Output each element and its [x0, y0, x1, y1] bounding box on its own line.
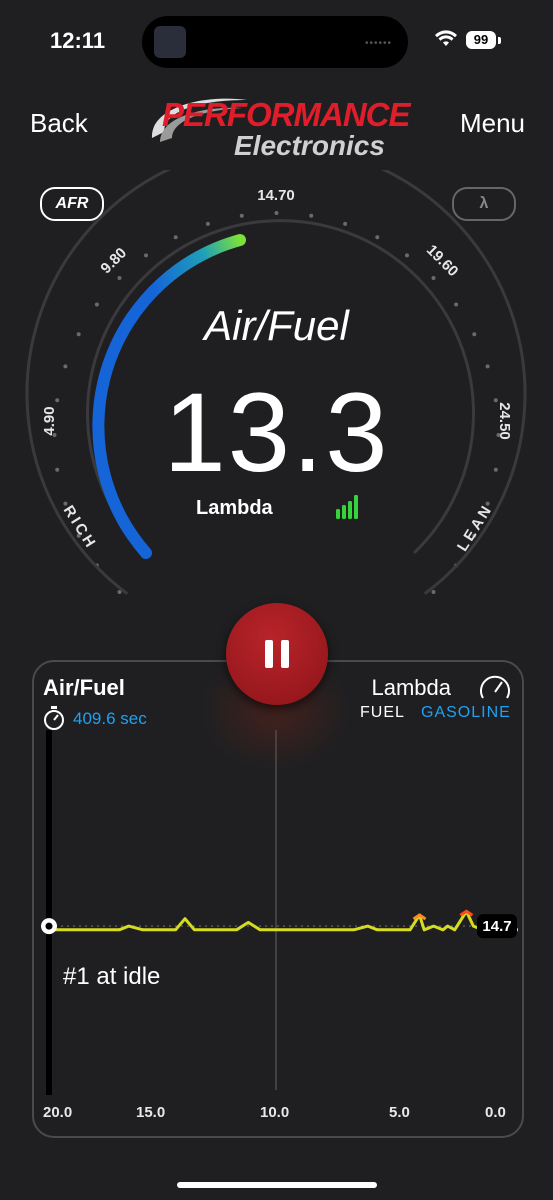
fuel-type-value[interactable]: GASOLINE: [421, 704, 511, 722]
wifi-icon: [435, 30, 457, 46]
battery-icon: 99: [466, 31, 496, 49]
recording-timer: 409.6 sec: [73, 709, 147, 728]
x-tick-label: 5.0: [389, 1104, 410, 1121]
gauge-title: Air/Fuel: [204, 302, 349, 349]
reference-marker-dot: [45, 922, 53, 930]
gauge-scale-dot: [63, 501, 68, 506]
gauge-scale-dot: [375, 235, 380, 240]
x-tick-label: 10.0: [260, 1104, 290, 1121]
chart-title: Air/Fuel: [43, 675, 125, 700]
chart-mode-label[interactable]: Lambda: [371, 675, 451, 701]
logo-wordmark-top: PERFORMANCE: [162, 96, 411, 133]
gauge-value: 13.3: [163, 370, 390, 495]
chart-reference-marker[interactable]: [41, 918, 57, 935]
gauge-scale-dot: [274, 211, 279, 215]
current-value-badge-text: 14.7: [482, 918, 511, 935]
menu-button[interactable]: Menu: [460, 108, 525, 139]
island-activity-dots: ••••••: [364, 38, 392, 49]
lambda-label: Lambda: [196, 497, 273, 519]
stopwatch-icon: [44, 706, 64, 730]
gauge-tick-label: 19.60: [423, 242, 462, 281]
pause-bar-right: [281, 640, 289, 668]
logo-wordmark-bottom: Electronics: [234, 130, 385, 161]
signal-strength-icon: [336, 495, 358, 519]
gauge-scale-dot: [205, 221, 210, 226]
chart-series-line: [49, 909, 518, 932]
fuel-label: FUEL: [360, 704, 405, 721]
lean-label: LEAN: [454, 501, 496, 555]
x-tick-label: 0.0: [485, 1104, 506, 1121]
x-tick-label: 15.0: [136, 1104, 166, 1121]
back-button[interactable]: Back: [30, 108, 88, 139]
home-indicator[interactable]: [177, 1182, 377, 1188]
current-value-badge: 14.7: [477, 914, 517, 939]
gauge-scale-dot: [173, 235, 178, 240]
speedometer-icon[interactable]: [478, 672, 512, 706]
brand-logo: PERFORMANCE Electronics: [142, 88, 414, 164]
afr-history-chart[interactable]: 14.7: [34, 730, 520, 1100]
pause-bar-left: [265, 640, 273, 668]
gauge-scale-dot: [309, 213, 314, 218]
gauge-scale-dot: [239, 213, 244, 218]
now-playing-thumbnail: [154, 26, 186, 58]
gauge-tick-label: 14.70: [257, 187, 295, 204]
gauge-scale-dot: [144, 253, 148, 258]
gauge-scale-dot: [117, 276, 122, 280]
gauge-scale-dot: [343, 221, 348, 226]
dynamic-island: ••••••: [142, 16, 408, 68]
status-time: 12:11: [50, 28, 106, 53]
chart-annotation: #1 at idle: [63, 963, 161, 990]
x-tick-label: 20.0: [43, 1104, 73, 1121]
gauge-tick-label: 9.80: [97, 244, 130, 277]
gauge-scale-dot: [431, 276, 436, 280]
gauge-scale-dot: [405, 253, 409, 258]
gauge-scale-dot: [431, 590, 436, 594]
pause-button[interactable]: [226, 603, 328, 705]
battery-tip: [498, 37, 501, 44]
